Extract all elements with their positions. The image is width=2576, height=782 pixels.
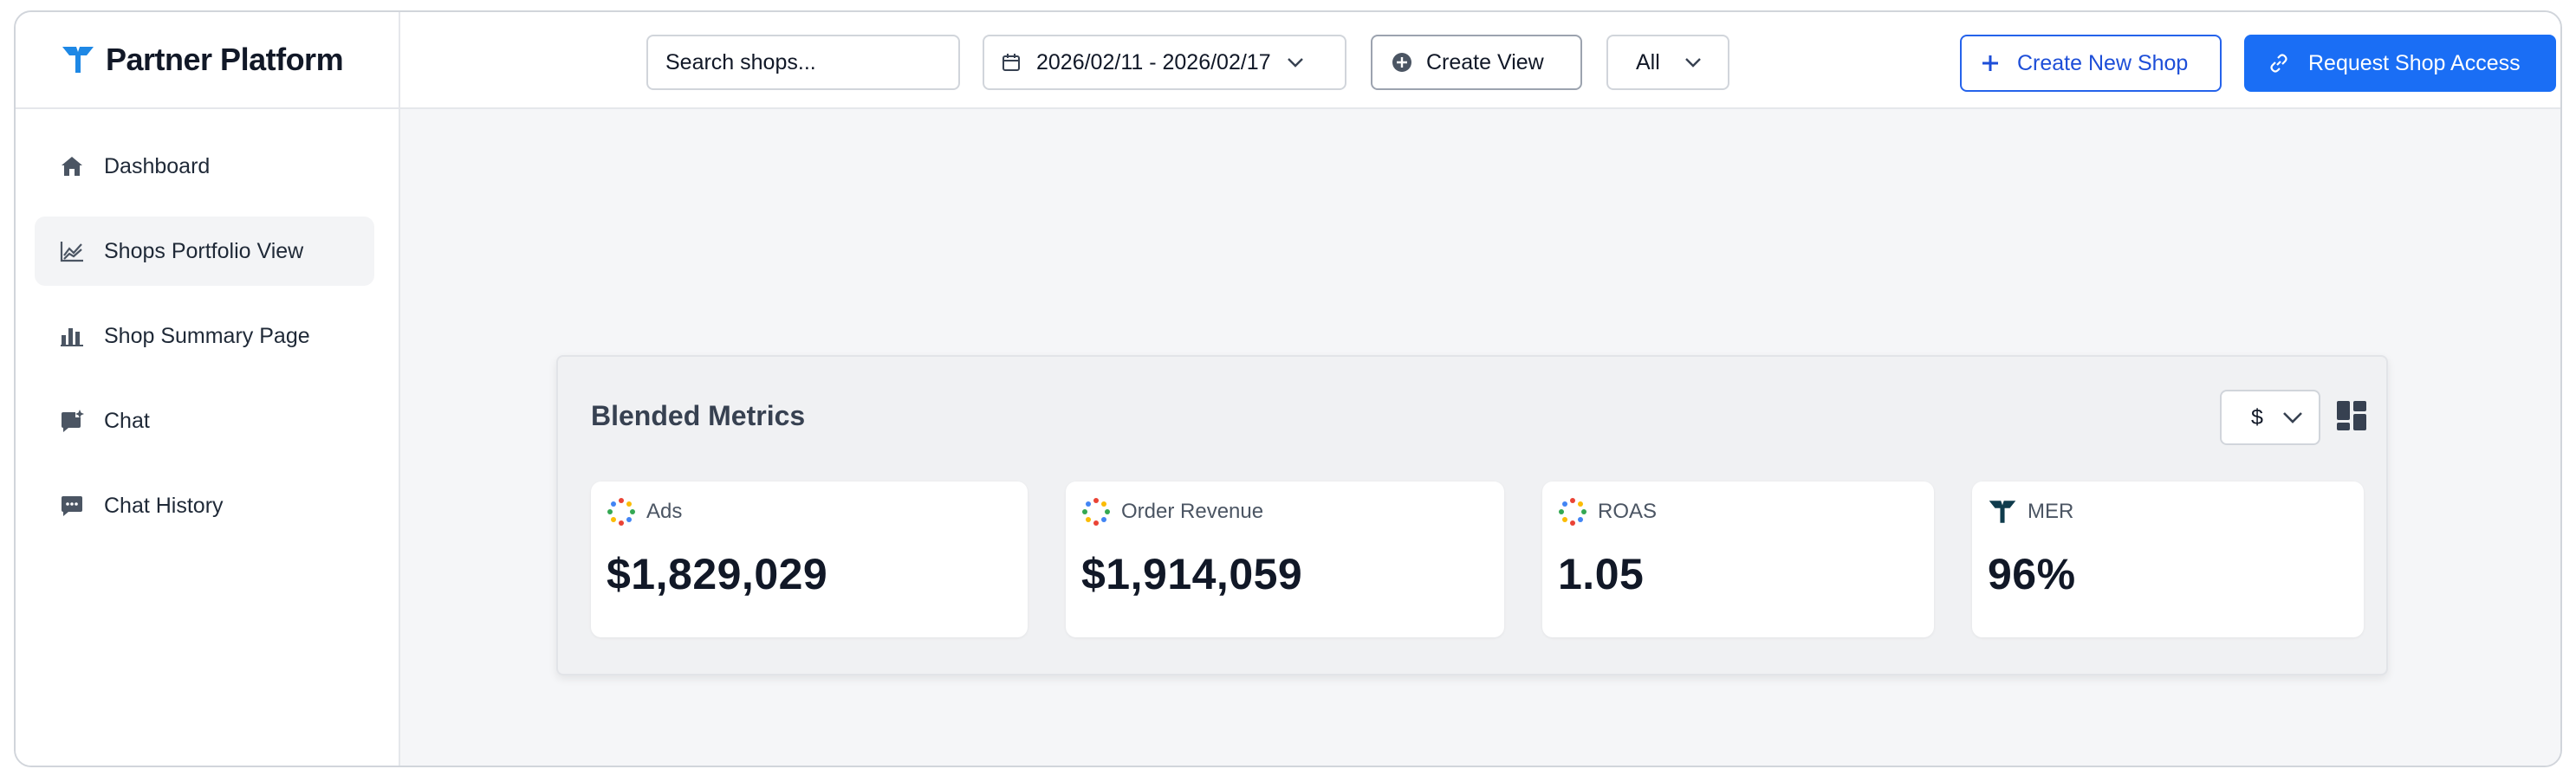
sidebar-item-label: Dashboard [104,153,211,178]
spinner-dots-icon [1082,498,1110,526]
layout-grid-icon[interactable] [2336,400,2367,431]
metric-label: MER [2028,500,2074,523]
metric-value: $1,829,029 [607,550,828,598]
sidebar-item-label: Chat History [104,493,224,518]
sidebar-item-chat[interactable]: Chat [35,386,374,456]
spinner-dots-icon [1559,498,1586,526]
metric-card-ads: Ads $1,829,029 [591,481,1028,637]
date-range-value: 2026/02/11 - 2026/02/17 [1036,49,1271,74]
sidebar-item-label: Shops Portfolio View [104,238,304,263]
metric-card-roas: ROAS 1.05 [1542,481,1934,637]
blended-metrics-panel: Blended Metrics $ Ads $1,829,029 Order R… [556,355,2388,675]
app-title: Partner Platform [106,42,344,77]
plus-icon [1982,55,1998,71]
spinner-dots-icon [607,498,635,526]
create-view-button[interactable]: Create View [1371,35,1582,90]
sidebar-nav: Dashboard Shops Portfolio View Shop Summ… [35,132,374,556]
metric-label: Order Revenue [1121,500,1264,523]
sidebar-item-label: Chat [104,408,150,433]
metric-value: 96% [1988,550,2076,598]
metric-label: Ads [646,500,683,523]
brand-logo-icon [1989,501,2016,523]
app-window: Partner Platform Dashboard Shops Portfol… [14,10,2562,767]
chevron-down-icon [1684,58,1701,68]
chevron-down-icon [1287,58,1303,68]
sidebar-item-dashboard[interactable]: Dashboard [35,132,374,201]
bar-chart-icon [59,323,85,349]
metric-card-order-revenue: Order Revenue $1,914,059 [1066,481,1504,637]
metric-label: ROAS [1598,500,1658,523]
filter-select-value: All [1636,49,1660,74]
create-new-shop-button[interactable]: Create New Shop [1960,35,2222,92]
link-icon [2270,54,2287,73]
metric-value: 1.05 [1558,550,1645,598]
currency-select[interactable]: $ [2220,390,2320,445]
plus-circle-icon [1392,53,1411,72]
home-icon [59,153,85,179]
filter-select[interactable]: All [1606,35,1729,90]
create-view-label: Create View [1426,49,1544,74]
top-bar: 2026/02/11 - 2026/02/17 Create View All … [400,12,2560,109]
create-new-shop-label: Create New Shop [2017,50,2189,75]
brand-header: Partner Platform [16,12,399,109]
brand-logo-icon [61,44,95,75]
search-input[interactable] [665,49,958,75]
chat-history-icon [59,493,85,519]
date-range-picker[interactable]: 2026/02/11 - 2026/02/17 [983,35,1346,90]
metric-value: $1,914,059 [1081,550,1303,598]
currency-select-value: $ [2251,404,2263,430]
sidebar-item-chat-history[interactable]: Chat History [35,471,374,540]
calendar-icon [1002,54,1020,71]
line-chart-icon [59,238,85,264]
sidebar: Partner Platform Dashboard Shops Portfol… [16,12,400,766]
sidebar-item-shop-summary-page[interactable]: Shop Summary Page [35,301,374,371]
sidebar-item-label: Shop Summary Page [104,323,310,348]
sidebar-item-shops-portfolio-view[interactable]: Shops Portfolio View [35,217,374,286]
panel-title: Blended Metrics [591,400,806,431]
chat-sparkle-icon [59,408,85,434]
search-box[interactable] [646,35,960,90]
metric-card-mer: MER 96% [1972,481,2364,637]
chevron-down-icon [2282,412,2302,423]
request-shop-access-button[interactable]: Request Shop Access [2244,35,2556,92]
main-content: Blended Metrics $ Ads $1,829,029 Order R… [400,109,2560,766]
request-shop-access-label: Request Shop Access [2308,50,2521,75]
